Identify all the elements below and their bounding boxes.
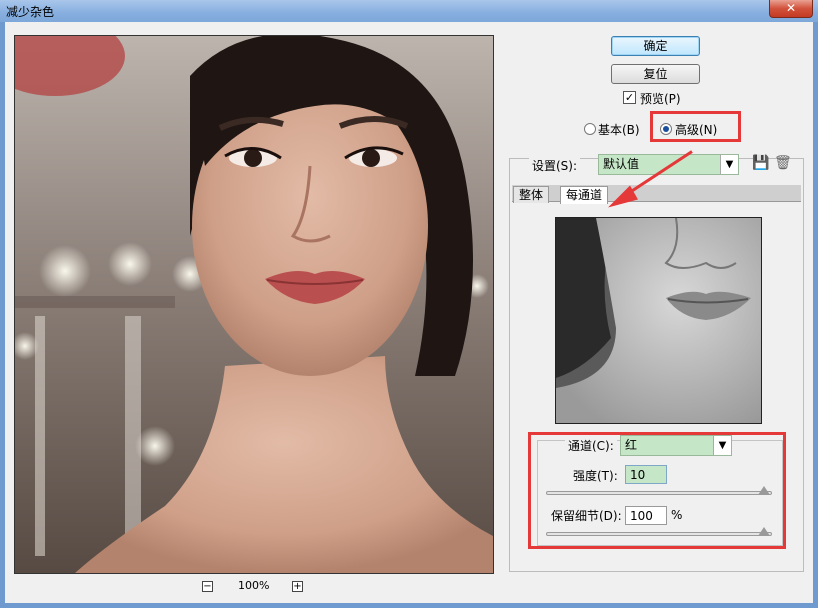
tab-overall[interactable]: 整体	[513, 186, 550, 203]
close-button[interactable]: ✕	[769, 0, 813, 18]
ok-button[interactable]: 确定	[611, 36, 700, 56]
reset-button[interactable]: 复位	[611, 64, 700, 84]
minus-icon: −	[203, 581, 212, 592]
check-icon: ✓	[624, 91, 635, 104]
chevron-down-icon: ▼	[720, 155, 738, 174]
strength-slider[interactable]	[546, 491, 772, 495]
preview-label: 预览(P)	[640, 92, 681, 106]
title-bar: 减少杂色 ✕	[0, 0, 818, 22]
strength-input[interactable]	[625, 465, 667, 484]
zoom-level: 100%	[238, 579, 270, 592]
annotation-arrow-icon	[608, 150, 693, 208]
preview-checkbox[interactable]: ✓	[623, 91, 636, 104]
trash-glyph: 🗑	[774, 155, 792, 171]
preserve-detail-input[interactable]	[625, 506, 667, 525]
window-title: 减少杂色	[6, 5, 55, 19]
preview-photo	[15, 36, 493, 573]
save-glyph: 💾	[752, 155, 770, 171]
settings-label: 设置(S):	[529, 157, 581, 174]
zoom-out-button[interactable]: −	[202, 581, 213, 592]
zoom-in-button[interactable]: +	[292, 581, 303, 592]
save-settings-icon[interactable]: 💾	[752, 155, 770, 173]
close-icon: ✕	[785, 1, 797, 15]
preserve-detail-slider[interactable]	[546, 532, 772, 536]
strength-label: 强度(T):	[573, 469, 618, 483]
delete-settings-icon[interactable]: 🗑	[774, 155, 792, 173]
radio-basic[interactable]	[584, 123, 596, 135]
highlight-box-advanced	[650, 111, 741, 142]
basic-label: 基本(B)	[598, 123, 640, 137]
percent-unit: %	[671, 508, 683, 522]
image-preview[interactable]	[14, 35, 494, 574]
preserve-detail-label: 保留细节(D):	[551, 509, 622, 523]
preserve-detail-slider-thumb[interactable]	[758, 527, 770, 536]
plus-icon: +	[293, 581, 302, 592]
channel-select[interactable]: 红 ▼	[620, 435, 732, 456]
channel-preview[interactable]	[555, 217, 762, 424]
strength-slider-thumb[interactable]	[758, 486, 770, 495]
chevron-down-icon: ▼	[713, 436, 731, 455]
channel-label: 通道(C):	[565, 437, 617, 454]
channel-value: 红	[625, 438, 638, 452]
channel-preview-image	[556, 218, 761, 423]
